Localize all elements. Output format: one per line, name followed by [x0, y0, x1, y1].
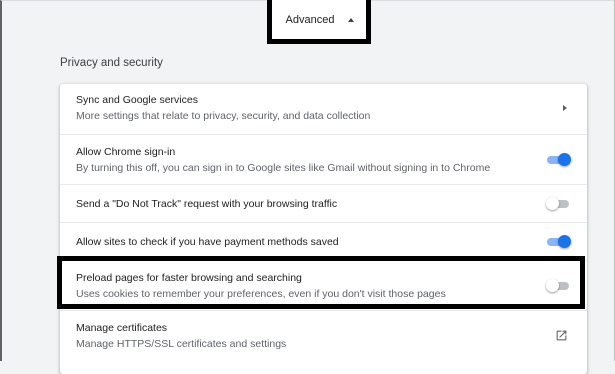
do-not-track-toggle[interactable] [546, 196, 571, 212]
section-title: Privacy and security [60, 57, 163, 69]
row-subtitle: Uses cookies to remember your preference… [76, 288, 446, 300]
toggle-knob [546, 279, 559, 292]
toggle-knob [558, 153, 571, 166]
chevron-right-icon[interactable] [563, 105, 567, 111]
row-title: Allow sites to check if you have payment… [76, 236, 339, 248]
row-title: Preload pages for faster browsing and se… [76, 272, 302, 284]
preload-pages-toggle[interactable] [546, 278, 571, 294]
allow-signin-toggle[interactable] [547, 152, 571, 168]
toggle-knob [558, 235, 571, 248]
advanced-button[interactable]: Advanced [275, 8, 365, 32]
payment-methods-toggle[interactable] [547, 234, 571, 250]
row-title: Allow Chrome sign-in [76, 146, 176, 158]
row-subtitle: Manage HTTPS/SSL certificates and settin… [76, 338, 287, 350]
row-payment-methods: Allow sites to check if you have payment… [60, 222, 587, 260]
row-preload-pages: Preload pages for faster browsing and se… [60, 260, 587, 310]
toggle-knob [546, 197, 559, 210]
row-allow-chrome-signin: Allow Chrome sign-in By turning this off… [60, 134, 587, 184]
external-link-icon[interactable] [555, 329, 568, 342]
row-subtitle: More settings that relate to privacy, se… [76, 110, 371, 122]
row-title: Manage certificates [76, 322, 168, 334]
caret-up-icon [348, 18, 355, 22]
row-sync-google-services[interactable]: Sync and Google services More settings t… [60, 84, 587, 134]
row-manage-certificates[interactable]: Manage certificates Manage HTTPS/SSL cer… [60, 310, 587, 370]
row-title: Send a "Do Not Track" request with your … [76, 198, 338, 210]
advanced-label: Advanced [285, 14, 335, 26]
row-do-not-track: Send a "Do Not Track" request with your … [60, 184, 587, 222]
row-subtitle: By turning this off, you can sign in to … [76, 162, 491, 174]
row-title: Sync and Google services [76, 94, 198, 106]
privacy-card: Sync and Google services More settings t… [60, 84, 587, 374]
